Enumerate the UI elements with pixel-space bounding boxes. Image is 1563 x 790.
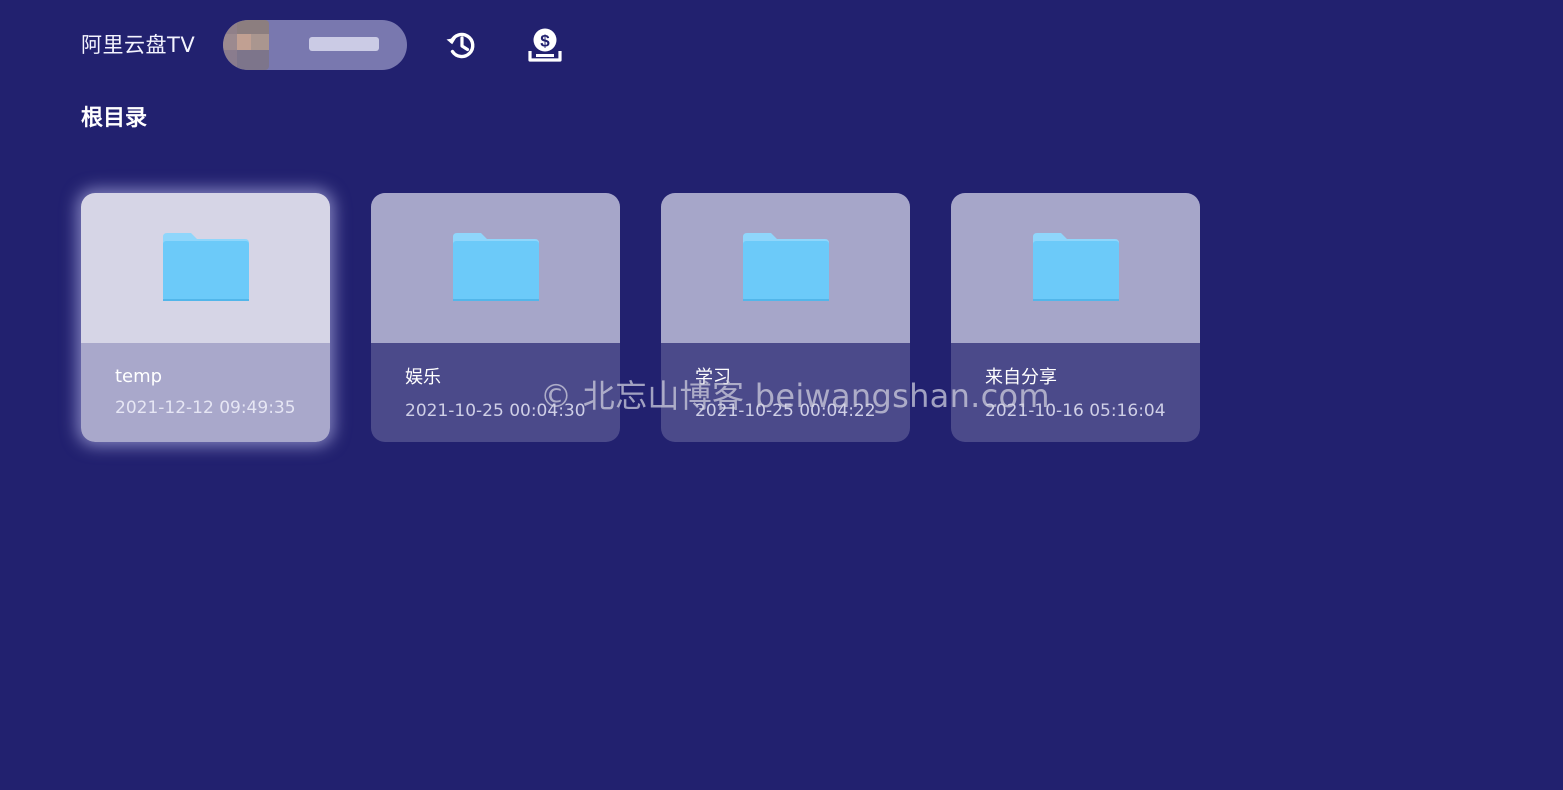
svg-text:$: $	[540, 32, 550, 51]
user-account-button[interactable]	[223, 20, 407, 70]
history-icon	[446, 32, 475, 59]
folder-date: 2021-10-16 05:16:04	[985, 401, 1166, 421]
folder-name: 学习	[695, 367, 731, 388]
folder-date: 2021-10-25 00:04:30	[405, 401, 586, 421]
folder-name: 娱乐	[405, 367, 441, 388]
folder-meta	[371, 343, 620, 442]
folder-name: 来自分享	[985, 367, 1057, 388]
folder-meta	[81, 343, 330, 442]
folder-card-shared[interactable]: 来自分享 2021-10-16 05:16:04	[951, 193, 1200, 442]
folder-card-temp[interactable]: temp 2021-12-12 09:49:35	[81, 193, 330, 442]
folder-meta	[661, 343, 910, 442]
folder-card-entertainment[interactable]: 娱乐 2021-10-25 00:04:30	[371, 193, 620, 442]
avatar	[223, 20, 269, 70]
folder-date: 2021-10-25 00:04:22	[695, 401, 876, 421]
folder-grid: temp 2021-12-12 09:49:35 娱乐 2021-10-25 0…	[81, 193, 1211, 443]
username-redacted	[309, 37, 379, 51]
folder-name: temp	[115, 366, 163, 387]
app-title: 阿里云盘TV	[81, 33, 196, 57]
breadcrumb-root: 根目录	[81, 106, 148, 131]
history-button[interactable]	[442, 26, 480, 64]
folder-meta	[951, 343, 1200, 442]
folder-icon	[743, 233, 829, 301]
app-screen: 阿里云盘TV $ 根目录 temp 2021-12-12 09:49:35 娱乐…	[0, 0, 1563, 790]
folder-date: 2021-12-12 09:49:35	[115, 398, 296, 418]
folder-card-study[interactable]: 学习 2021-10-25 00:04:22	[661, 193, 910, 442]
folder-icon	[453, 233, 539, 301]
donate-icon: $	[528, 28, 562, 62]
folder-icon	[1033, 233, 1119, 301]
folder-icon	[163, 233, 249, 301]
donate-button[interactable]: $	[526, 26, 564, 64]
